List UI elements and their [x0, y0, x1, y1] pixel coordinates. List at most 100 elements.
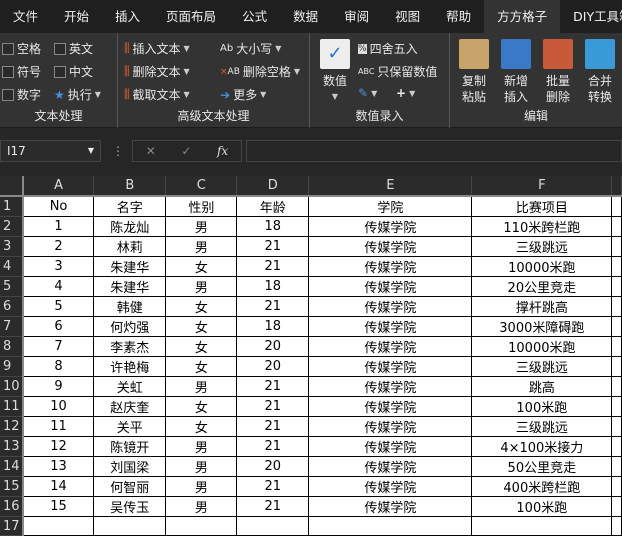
row-header[interactable]: 3 [0, 236, 24, 257]
cell-F7[interactable]: 3000米障碍跑 [471, 316, 613, 337]
column-header-extra[interactable] [611, 176, 622, 197]
cell-C12[interactable]: 女 [165, 416, 238, 437]
cell-C15[interactable]: 男 [165, 476, 238, 497]
cell-C7[interactable]: 女 [165, 316, 238, 337]
cell-C14[interactable]: 男 [165, 456, 238, 477]
cell-extra[interactable] [611, 396, 622, 417]
tab-9[interactable]: 方方格子 [484, 0, 561, 33]
cell-extra[interactable] [611, 416, 622, 437]
row-header[interactable]: 13 [0, 436, 24, 457]
cell-B3[interactable]: 林莉 [93, 236, 167, 257]
cell-F5[interactable]: 20公里竞走 [471, 276, 613, 297]
cell-extra[interactable] [611, 195, 622, 217]
checkbox-chinese[interactable]: 中文 [54, 63, 93, 80]
cell-F2[interactable]: 110米跨栏跑 [471, 216, 613, 237]
cell-D11[interactable]: 21 [236, 396, 310, 417]
cell-D9[interactable]: 20 [236, 356, 310, 377]
tab-10[interactable]: DIY工具箱 [560, 0, 622, 33]
cell-extra[interactable] [611, 356, 622, 377]
cell-D1[interactable]: 年龄 [236, 195, 310, 217]
cell-F1[interactable]: 比赛项目 [471, 195, 613, 217]
row-header[interactable]: 10 [0, 376, 24, 397]
cell-extra[interactable] [611, 376, 622, 397]
cell-D15[interactable]: 21 [236, 476, 310, 497]
row-header[interactable]: 9 [0, 356, 24, 377]
cell-A11[interactable]: 10 [22, 396, 95, 417]
checkbox-english[interactable]: 英文 [54, 40, 93, 57]
cell-B7[interactable]: 何灼强 [93, 316, 167, 337]
cell-D4[interactable]: 21 [236, 256, 310, 277]
cell-F12[interactable]: 三级跳远 [471, 416, 613, 437]
cell-F15[interactable]: 400米跨栏跑 [471, 476, 613, 497]
cell-extra[interactable] [611, 256, 622, 277]
enter-icon[interactable]: ✓ [181, 144, 191, 158]
cell-B17[interactable] [93, 516, 167, 536]
cell-C11[interactable]: 女 [165, 396, 238, 417]
row-header[interactable]: 14 [0, 456, 24, 477]
cell-B15[interactable]: 何智丽 [93, 476, 167, 497]
tab-7[interactable]: 视图 [382, 0, 433, 33]
row-header[interactable]: 4 [0, 256, 24, 277]
select-all-corner[interactable] [0, 176, 24, 197]
row-header[interactable]: 5 [0, 276, 24, 297]
cell-F11[interactable]: 100米跑 [471, 396, 613, 417]
cell-E1[interactable]: 学院 [308, 195, 473, 217]
cell-B11[interactable]: 赵庆奎 [93, 396, 167, 417]
cancel-icon[interactable]: ✕ [146, 144, 156, 158]
column-header-D[interactable]: D [236, 176, 310, 197]
cell-B10[interactable]: 关虹 [93, 376, 167, 397]
cell-C13[interactable]: 男 [165, 436, 238, 457]
tab-0[interactable]: 文件 [0, 0, 51, 33]
cell-D14[interactable]: 20 [236, 456, 310, 477]
cell-F6[interactable]: 撑杆跳高 [471, 296, 613, 317]
cell-D7[interactable]: 18 [236, 316, 310, 337]
tab-6[interactable]: 审阅 [331, 0, 382, 33]
edit-button-2[interactable]: 批量删除 [538, 39, 578, 105]
cell-B6[interactable]: 韩健 [93, 296, 167, 317]
cell-C5[interactable]: 男 [165, 276, 238, 297]
cell-A8[interactable]: 7 [22, 336, 95, 357]
cell-extra[interactable] [611, 236, 622, 257]
cell-D17[interactable] [236, 516, 310, 536]
column-header-A[interactable]: A [22, 176, 95, 197]
round-button[interactable]: % 四舍五入 [358, 40, 418, 57]
formula-input[interactable] [246, 140, 622, 162]
cell-A15[interactable]: 14 [22, 476, 95, 497]
cell-A5[interactable]: 4 [22, 276, 95, 297]
column-header-F[interactable]: F [471, 176, 613, 197]
cell-B8[interactable]: 李素杰 [93, 336, 167, 357]
row-header[interactable]: 15 [0, 476, 24, 497]
cell-F17[interactable] [471, 516, 613, 536]
cell-F10[interactable]: 跳高 [471, 376, 613, 397]
cell-extra[interactable] [611, 436, 622, 457]
column-header-C[interactable]: C [165, 176, 238, 197]
cell-B13[interactable]: 陈镜开 [93, 436, 167, 457]
cell-C2[interactable]: 男 [165, 216, 238, 237]
cell-C10[interactable]: 男 [165, 376, 238, 397]
cell-E11[interactable]: 传媒学院 [308, 396, 473, 417]
cell-A4[interactable]: 3 [22, 256, 95, 277]
checkbox-space[interactable]: 空格 [2, 40, 41, 57]
cell-B4[interactable]: 朱建华 [93, 256, 167, 277]
cell-C1[interactable]: 性别 [165, 195, 238, 217]
tab-3[interactable]: 页面布局 [153, 0, 229, 33]
cell-E5[interactable]: 传媒学院 [308, 276, 473, 297]
edit-button-3[interactable]: 合并转换 [580, 39, 620, 105]
name-box[interactable]: I17 ▼ [0, 140, 101, 162]
cell-E9[interactable]: 传媒学院 [308, 356, 473, 377]
execute-button[interactable]: ★ 执行 ▼ [54, 86, 101, 103]
cell-A14[interactable]: 13 [22, 456, 95, 477]
row-header[interactable]: 7 [0, 316, 24, 337]
cell-B5[interactable]: 朱建华 [93, 276, 167, 297]
tab-5[interactable]: 数据 [280, 0, 331, 33]
cell-B14[interactable]: 刘国梁 [93, 456, 167, 477]
cell-E6[interactable]: 传媒学院 [308, 296, 473, 317]
row-header[interactable]: 1 [0, 196, 24, 217]
cell-A7[interactable]: 6 [22, 316, 95, 337]
cell-B1[interactable]: 名字 [93, 195, 167, 217]
extract-text-button[interactable]: ⫼ 截取文本 ▼ [124, 86, 190, 103]
cell-extra[interactable] [611, 456, 622, 477]
cell-E3[interactable]: 传媒学院 [308, 236, 473, 257]
cell-E4[interactable]: 传媒学院 [308, 256, 473, 277]
insert-text-button[interactable]: ⫼ 插入文本 ▼ [124, 40, 190, 57]
